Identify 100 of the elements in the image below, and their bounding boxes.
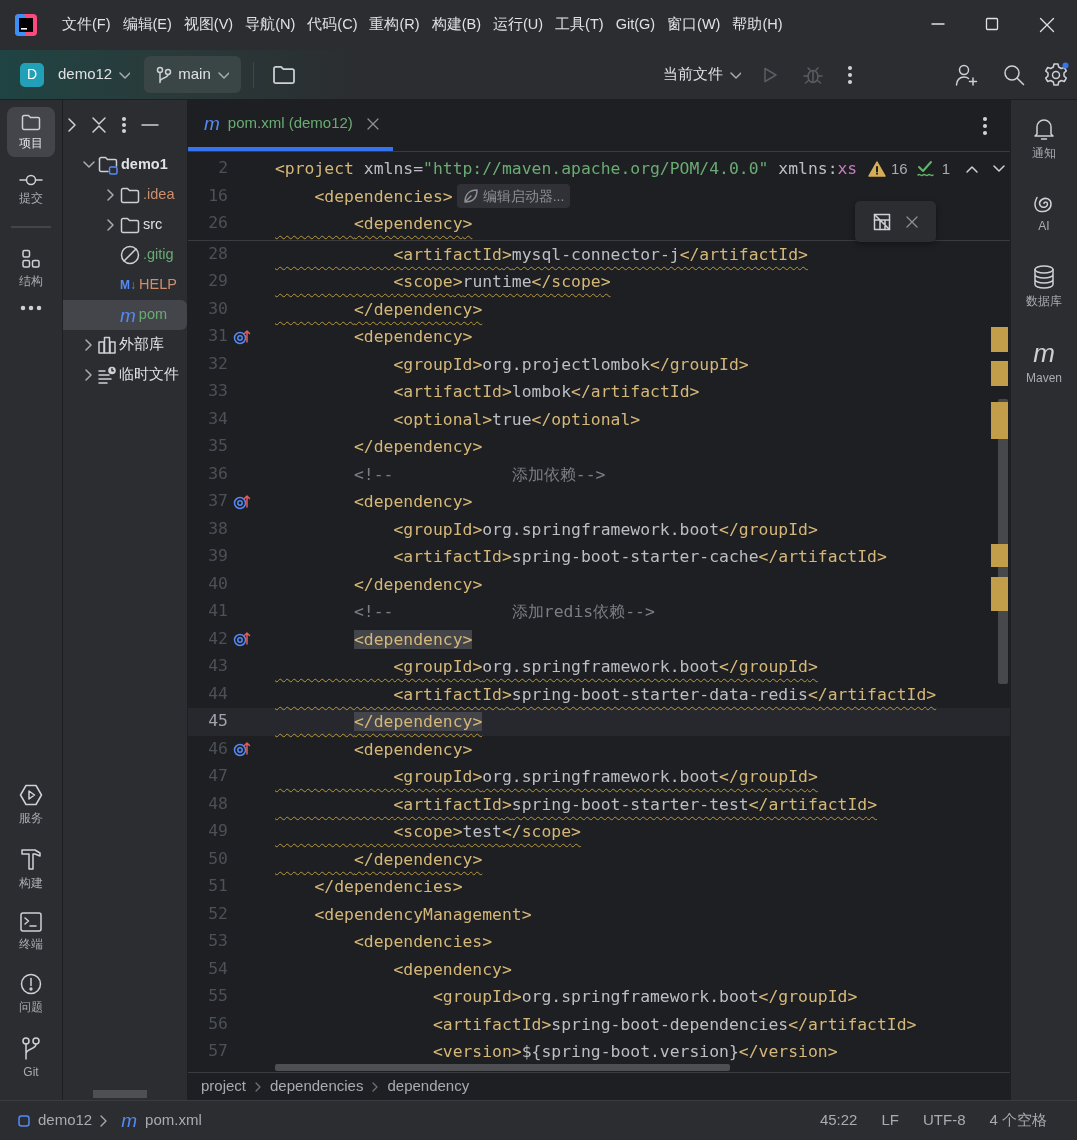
menu-item[interactable]: 帮助(H) (726, 14, 789, 36)
code-line: <dependencies> (352, 931, 493, 953)
menu-item[interactable]: 工具(T) (549, 14, 610, 36)
folder-icon (21, 114, 41, 131)
indent-setting[interactable]: 4 个空格 (989, 1109, 1047, 1132)
previous-icon[interactable] (965, 163, 979, 174)
module-folder-icon (98, 155, 118, 175)
menu-item[interactable]: 文件(F) (56, 14, 117, 36)
code-line: <dependency> (352, 491, 473, 513)
inlay-hint[interactable]: 编辑启动器... (456, 184, 571, 209)
menu-item[interactable]: 视图(V) (177, 14, 240, 36)
folder-icon (120, 216, 140, 234)
path-segment[interactable]: pom.xml (145, 1109, 202, 1132)
code-line: <groupId>org.projectlombok</groupId> (392, 353, 749, 376)
code-line: <dependencies> (313, 185, 453, 208)
tool-window-button[interactable]: 结构 (7, 242, 55, 295)
markdown-icon: M↓ (120, 276, 136, 294)
menu-item[interactable]: Git(G) (609, 14, 662, 36)
typo-count[interactable]: 1 (941, 157, 950, 180)
collapse-icon[interactable] (91, 116, 107, 134)
code-line: </dependencies> (313, 876, 463, 898)
menu-item[interactable]: 窗口(W) (661, 14, 727, 36)
options-icon[interactable] (121, 116, 127, 134)
terminal-icon (20, 912, 42, 932)
tree-item[interactable]: src (63, 210, 187, 240)
file-encoding[interactable]: UTF-8 (923, 1109, 966, 1132)
code-line: <artifactId>spring-boot-dependencies</artifactId> (431, 1013, 917, 1036)
menu-item[interactable]: 代码(C) (301, 14, 364, 36)
line-separator[interactable]: LF (881, 1109, 899, 1132)
tool-window-button[interactable]: 提交 (7, 167, 55, 212)
code-line: <scope>test</scope> (392, 821, 581, 843)
code-line: <groupId>org.springframework.boot</groupId> (392, 518, 818, 541)
warning-stripe-mark[interactable] (991, 576, 1008, 611)
maven-icon: m (120, 305, 136, 325)
branch-selector[interactable]: main (144, 56, 241, 93)
menu-item[interactable]: 运行(U) (486, 14, 550, 36)
folder-icon[interactable] (271, 64, 296, 85)
more-icon[interactable] (847, 64, 853, 85)
expand-icon[interactable] (67, 117, 77, 133)
search-icon[interactable] (1003, 63, 1025, 86)
tree-item[interactable]: 外部库 (63, 330, 187, 360)
settings-icon[interactable] (1043, 61, 1069, 88)
tool-window-button[interactable]: m Maven (1020, 333, 1068, 392)
project-selector[interactable]: D demo12 (14, 58, 137, 91)
database-icon (1033, 265, 1055, 289)
tool-window-button[interactable]: 数据库 (1020, 258, 1068, 315)
menu-item[interactable]: 导航(N) (239, 14, 302, 36)
tool-window-button[interactable]: 服务 (7, 777, 55, 832)
tree-item[interactable]: .idea (63, 180, 187, 210)
code-line: <artifactId>mysql-connector-j</artifactId> (392, 243, 808, 266)
warning-stripe-mark[interactable] (991, 326, 1008, 352)
commit-icon (19, 174, 43, 186)
tool-window-button[interactable]: 通知 (1020, 110, 1068, 167)
breadcrumb[interactable]: dependencies (270, 1075, 364, 1098)
menu-item[interactable]: 构建(B) (425, 14, 487, 36)
structure-icon (21, 249, 41, 269)
minimize-icon[interactable] (141, 123, 159, 127)
caret-position[interactable]: 45:22 (819, 1109, 858, 1132)
tool-window-button[interactable]: 终端 (7, 905, 55, 958)
add-user-icon[interactable] (955, 62, 979, 87)
tree-item[interactable]: m pom (63, 300, 187, 330)
tree-item[interactable]: demo1 (63, 150, 187, 180)
warning-icon (867, 160, 886, 177)
tool-window-button[interactable]: 问题 (7, 966, 55, 1021)
tool-window-button[interactable]: 构建 (7, 840, 55, 897)
tool-window-button[interactable]: 项目 (7, 107, 55, 157)
path-segment[interactable]: demo12 (38, 1109, 93, 1132)
code-line: <dependency> (392, 958, 512, 981)
close-icon[interactable] (906, 215, 919, 228)
tool-window-button[interactable]: Git (7, 1029, 55, 1086)
reader-mode-icon[interactable] (872, 212, 891, 231)
circle-arrow-icon[interactable] (233, 493, 251, 510)
scrollbar-thumb[interactable] (275, 1064, 730, 1071)
breadcrumb[interactable]: dependency (387, 1075, 470, 1098)
code-line: <project xmlns="http://maven.apache.org/POM/4.0.0" xmlns:xs (275, 158, 858, 180)
warning-stripe-mark[interactable] (991, 401, 1008, 439)
warning-count[interactable]: 16 (890, 157, 908, 180)
circle-arrow-icon[interactable] (233, 741, 251, 758)
menu-item[interactable]: 编辑(E) (116, 14, 178, 36)
circle-arrow-icon[interactable] (233, 631, 251, 648)
warning-stripe-mark[interactable] (991, 543, 1008, 567)
tree-item[interactable]: M↓ HELP (63, 270, 187, 300)
close-icon[interactable] (366, 117, 379, 130)
options-icon[interactable] (982, 115, 988, 136)
editor-tab[interactable]: m pom.xml (demo12) (188, 100, 393, 151)
more-icon[interactable] (20, 305, 42, 311)
run-config-selector[interactable]: 当前文件 (655, 57, 749, 92)
tree-item[interactable]: 临时文件 (63, 360, 187, 390)
tool-window-button[interactable]: AI (1020, 185, 1068, 240)
branch-icon (156, 65, 173, 84)
circle-arrow-icon[interactable] (233, 328, 251, 345)
warning-stripe-mark[interactable] (991, 360, 1008, 386)
maximize-icon[interactable] (985, 17, 999, 31)
breadcrumb[interactable]: project (201, 1075, 247, 1098)
code-line: <groupId>org.springframework.boot</groupId> (392, 656, 818, 678)
tree-item[interactable]: .gitig (63, 240, 187, 270)
scrollbar-thumb[interactable] (93, 1090, 147, 1098)
next-icon[interactable] (992, 163, 1006, 174)
menu-item[interactable]: 重构(R) (363, 14, 426, 36)
maven-icon: m (121, 1111, 138, 1130)
